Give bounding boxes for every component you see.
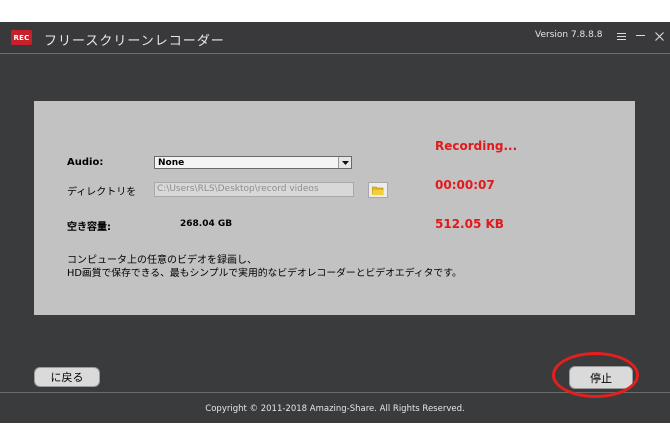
minimize-icon[interactable]	[633, 28, 647, 44]
folder-icon	[372, 186, 384, 195]
browse-folder-button[interactable]	[368, 182, 388, 198]
app-title: フリースクリーンレコーダー	[44, 34, 225, 49]
free-space-label: 空き容量:	[67, 222, 111, 233]
description-line-2: HD画質で保存できる、最もシンプルで実用的なビデオレコーダーとビデオエディタです…	[67, 268, 462, 279]
version-label: Version 7.8.8.8	[535, 30, 603, 40]
menu-icon[interactable]	[614, 28, 628, 44]
audio-label: Audio:	[67, 157, 104, 168]
copyright-text: Copyright © 2011-2018 Amazing-Share. All…	[205, 404, 465, 414]
stop-button-highlight-circle	[552, 352, 639, 398]
free-space-value: 268.04 GB	[180, 219, 233, 229]
chevron-down-icon[interactable]	[338, 157, 351, 168]
recording-panel: Audio: None ディレクトリを C:\Users\RLS\Desktop…	[34, 101, 635, 315]
title-bar: REC フリースクリーンレコーダー Version 7.8.8.8	[0, 22, 670, 54]
directory-path-field[interactable]: C:\Users\RLS\Desktop\record videos	[154, 182, 354, 197]
audio-select-value: None	[158, 158, 185, 168]
description-line-1: コンピュータ上の任意のビデオを録画し、	[67, 255, 257, 266]
recording-status: Recording...	[435, 139, 518, 153]
directory-label: ディレクトリを	[67, 187, 137, 198]
file-size: 512.05 KB	[435, 217, 504, 231]
elapsed-time: 00:00:07	[435, 178, 495, 192]
back-button[interactable]: に戻る	[34, 367, 100, 387]
close-icon[interactable]	[652, 28, 666, 44]
rec-logo: REC	[11, 30, 32, 45]
audio-select[interactable]: None	[154, 156, 352, 169]
